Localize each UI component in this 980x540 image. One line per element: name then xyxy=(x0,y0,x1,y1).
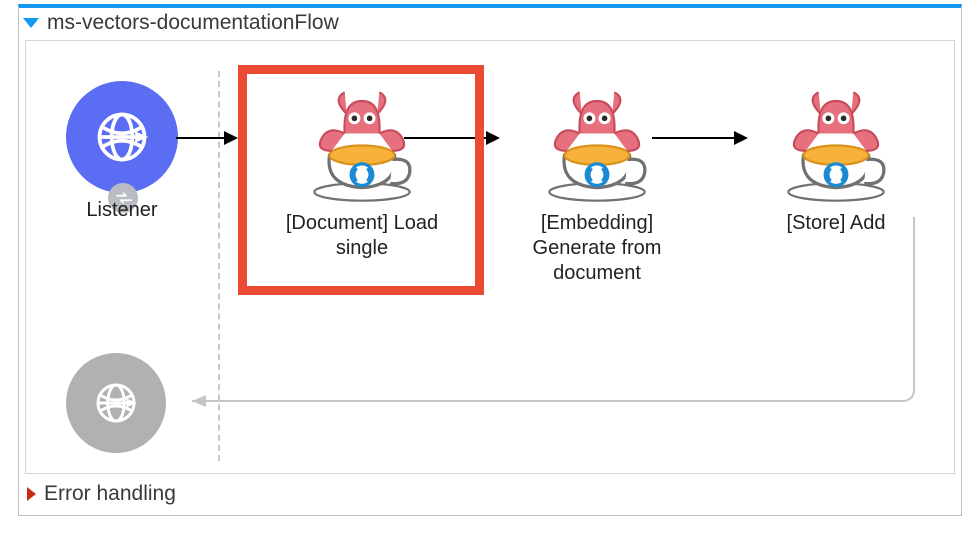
flow-editor-panel: ms-vectors-documentationFlow Listener xyxy=(18,4,962,516)
flow-canvas[interactable]: Listener [Document] Load single xyxy=(25,40,955,474)
flow-header[interactable]: ms-vectors-documentationFlow xyxy=(23,11,339,35)
flow-title: ms-vectors-documentationFlow xyxy=(47,11,339,35)
processor-node-store-add[interactable]: [Store] Add xyxy=(756,75,916,236)
source-scope-divider xyxy=(218,71,220,461)
globe-arrow-icon xyxy=(92,107,152,167)
response-node[interactable] xyxy=(66,353,166,453)
error-handling-label: Error handling xyxy=(44,482,176,506)
collapse-flow-icon[interactable] xyxy=(23,18,39,28)
processor-label: [Store] Add xyxy=(756,211,916,236)
processor-node-embedding-generate[interactable]: [Embedding] Generate from document xyxy=(502,75,692,286)
mule-octopus-cup-icon xyxy=(297,75,427,205)
mule-octopus-cup-icon xyxy=(532,75,662,205)
processor-label: [Embedding] Generate from document xyxy=(502,211,692,286)
expand-error-icon[interactable] xyxy=(27,487,36,501)
flow-arrow xyxy=(176,137,236,139)
mule-octopus-cup-icon xyxy=(771,75,901,205)
listener-label: Listener xyxy=(66,199,178,222)
listener-node[interactable] xyxy=(66,81,178,193)
error-handling-header[interactable]: Error handling xyxy=(27,482,176,506)
processor-node-document-load[interactable]: [Document] Load single xyxy=(282,75,442,261)
globe-arrow-icon xyxy=(92,379,140,427)
processor-label: [Document] Load single xyxy=(282,211,442,261)
